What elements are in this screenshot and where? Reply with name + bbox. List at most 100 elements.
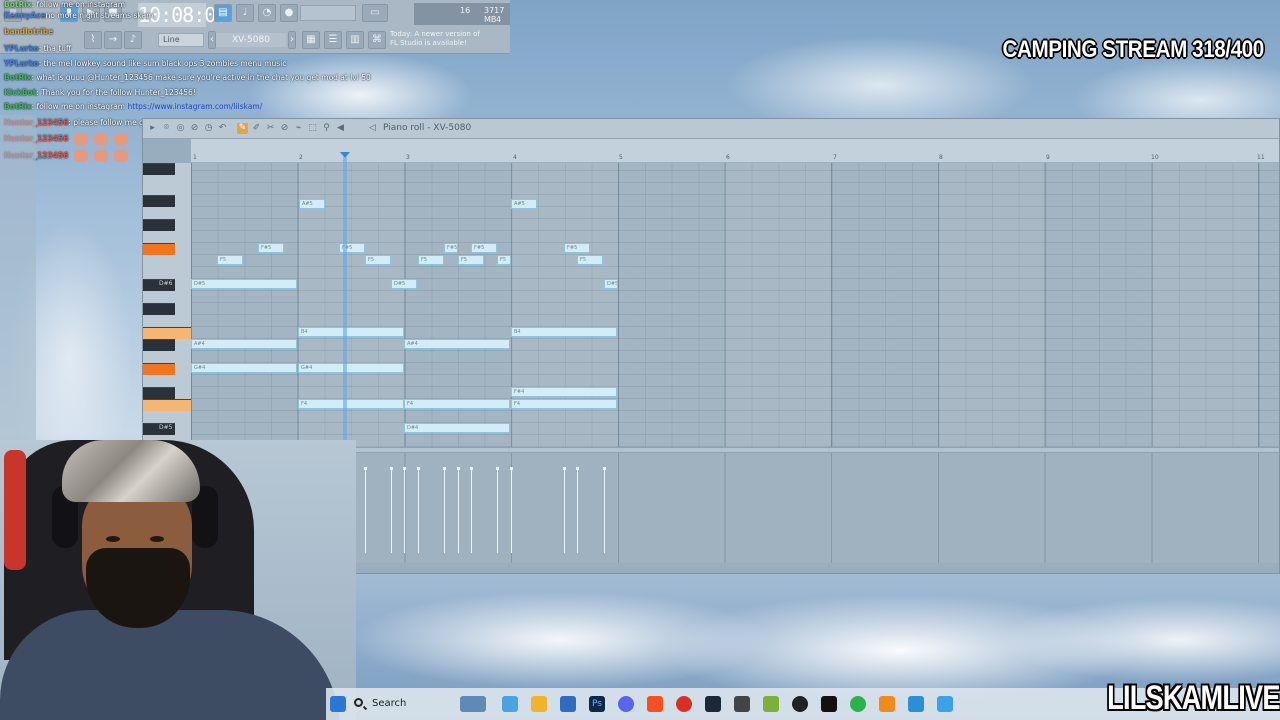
velocity-bar[interactable] <box>563 467 566 553</box>
piano-key[interactable] <box>143 339 175 351</box>
piano-roll-timeline[interactable]: 1 2 3 4 5 6 7 8 9 10 11 <box>191 139 1279 163</box>
emote-icon <box>114 150 129 162</box>
bar-number: 11 <box>1257 154 1265 161</box>
piano-key[interactable] <box>143 219 175 231</box>
polyphony-value: 4 <box>496 15 502 24</box>
note[interactable]: D#5 <box>391 279 417 289</box>
note[interactable]: F4 <box>404 399 510 409</box>
start-icon[interactable] <box>330 696 346 712</box>
note[interactable]: F#5 <box>444 243 458 253</box>
velocity-bar[interactable] <box>457 467 460 553</box>
chrome-icon[interactable] <box>676 696 692 712</box>
options-arrow-icon[interactable]: ▸ <box>147 123 158 134</box>
velocity-bar[interactable] <box>390 467 393 553</box>
note-grid[interactable]: A#5 A#5 F#5 F#5 F#5 F#5 F#5 F5 F5 F5 F5 … <box>191 163 1279 447</box>
delete-tool-icon[interactable]: ✂ <box>265 123 276 134</box>
piano-key[interactable] <box>143 387 175 399</box>
bar-shade <box>938 163 1045 447</box>
steam-icon[interactable] <box>705 696 721 712</box>
taskbar-search[interactable]: Search <box>346 692 456 716</box>
velocity-bar[interactable] <box>576 467 579 553</box>
zoom-tool-icon[interactable]: ⚲ <box>321 123 332 134</box>
pencil-tool-icon[interactable]: ✎ <box>237 123 248 134</box>
velocity-bar[interactable] <box>364 467 367 553</box>
velocity-bar[interactable] <box>403 467 406 553</box>
app-icon[interactable] <box>763 696 779 712</box>
brave-icon[interactable] <box>647 696 663 712</box>
piano-key[interactable]: D#6 <box>143 279 175 291</box>
piano-key-active[interactable] <box>143 327 191 339</box>
slice-tool-icon[interactable]: ⌁ <box>293 123 304 134</box>
chair-accent <box>4 450 26 570</box>
weather-icon[interactable] <box>460 696 486 712</box>
note[interactable]: F5 <box>217 255 243 265</box>
undo-icon[interactable]: ↶ <box>217 123 228 134</box>
note[interactable]: A#5 <box>511 199 537 209</box>
note[interactable]: F4 <box>298 399 404 409</box>
note[interactable]: F5 <box>458 255 484 265</box>
velocity-bar[interactable] <box>417 467 420 553</box>
note[interactable]: D#4 <box>404 423 510 433</box>
notepad-icon[interactable] <box>937 696 953 712</box>
browser-side-panel <box>0 115 36 445</box>
update-notice[interactable]: Today: A newer version of FL Studio is a… <box>390 30 500 52</box>
chat-message: KickBot: Thank you for the follow Hunter… <box>4 88 196 97</box>
piano-key-active[interactable] <box>143 399 191 411</box>
note[interactable]: F#5 <box>258 243 284 253</box>
store-icon[interactable] <box>560 696 576 712</box>
velocity-bar[interactable] <box>443 467 446 553</box>
app-icon[interactable] <box>908 696 924 712</box>
app-icon[interactable] <box>850 696 866 712</box>
fl-studio-icon[interactable] <box>879 696 895 712</box>
note[interactable]: D#5 <box>191 279 297 289</box>
note[interactable]: A#4 <box>404 339 510 349</box>
4k-app-icon[interactable] <box>792 696 808 712</box>
copilot-icon[interactable] <box>502 696 518 712</box>
note[interactable]: F4 <box>511 399 617 409</box>
note[interactable]: A#4 <box>191 339 297 349</box>
note[interactable]: F#5 <box>471 243 497 253</box>
note[interactable]: B4 <box>298 327 404 337</box>
velocity-bar[interactable] <box>470 467 473 553</box>
velocity-bar[interactable] <box>603 467 606 553</box>
app-icon[interactable] <box>734 696 750 712</box>
note[interactable]: G#4 <box>298 363 404 373</box>
note[interactable]: F5 <box>577 255 603 265</box>
snap-toggle-icon[interactable]: ◎ <box>175 123 186 134</box>
note[interactable]: A#5 <box>299 199 325 209</box>
note[interactable]: F5 <box>497 255 511 265</box>
note[interactable]: D#5 <box>604 279 618 289</box>
photoshop-icon[interactable]: Ps <box>589 696 605 712</box>
speaker-icon[interactable]: ◁ <box>367 123 378 134</box>
file-explorer-icon[interactable] <box>531 696 547 712</box>
velocity-bar[interactable] <box>510 467 513 553</box>
piano-key[interactable] <box>143 303 175 315</box>
time-icon[interactable]: ◷ <box>203 123 214 134</box>
piano-key-active[interactable] <box>143 243 175 255</box>
note[interactable]: F#5 <box>564 243 590 253</box>
paint-tool-icon[interactable]: ✐ <box>251 123 262 134</box>
playback-tool-icon[interactable]: ◀ <box>335 123 346 134</box>
bar-number: 8 <box>939 154 943 161</box>
update-notice-line2: FL Studio is available! <box>390 39 467 47</box>
note[interactable]: G#4 <box>191 363 297 373</box>
note[interactable]: B4 <box>511 327 617 337</box>
stamp-icon[interactable]: ⊘ <box>189 123 200 134</box>
capcut-icon[interactable] <box>821 696 837 712</box>
bar-number: 10 <box>1151 154 1159 161</box>
discord-icon[interactable] <box>618 696 634 712</box>
piano-key-active[interactable] <box>143 363 175 375</box>
note[interactable]: F5 <box>418 255 444 265</box>
magnet-icon[interactable]: ⌾ <box>161 123 172 134</box>
piano-keyboard[interactable]: D#6 D#5 <box>143 163 191 447</box>
piano-key[interactable] <box>143 195 175 207</box>
update-notice-line1: Today: A newer version of <box>390 30 480 38</box>
note[interactable]: F5 <box>365 255 391 265</box>
piano-key[interactable] <box>143 163 175 175</box>
note[interactable]: F#4 <box>511 387 617 397</box>
velocity-bar[interactable] <box>496 467 499 553</box>
piano-key[interactable]: D#5 <box>143 423 175 435</box>
select-tool-icon[interactable]: ⬚ <box>307 123 318 134</box>
instagram-link[interactable]: https://www.instagram.com/lilskam/ <box>128 102 263 111</box>
mute-tool-icon[interactable]: ⊘ <box>279 123 290 134</box>
